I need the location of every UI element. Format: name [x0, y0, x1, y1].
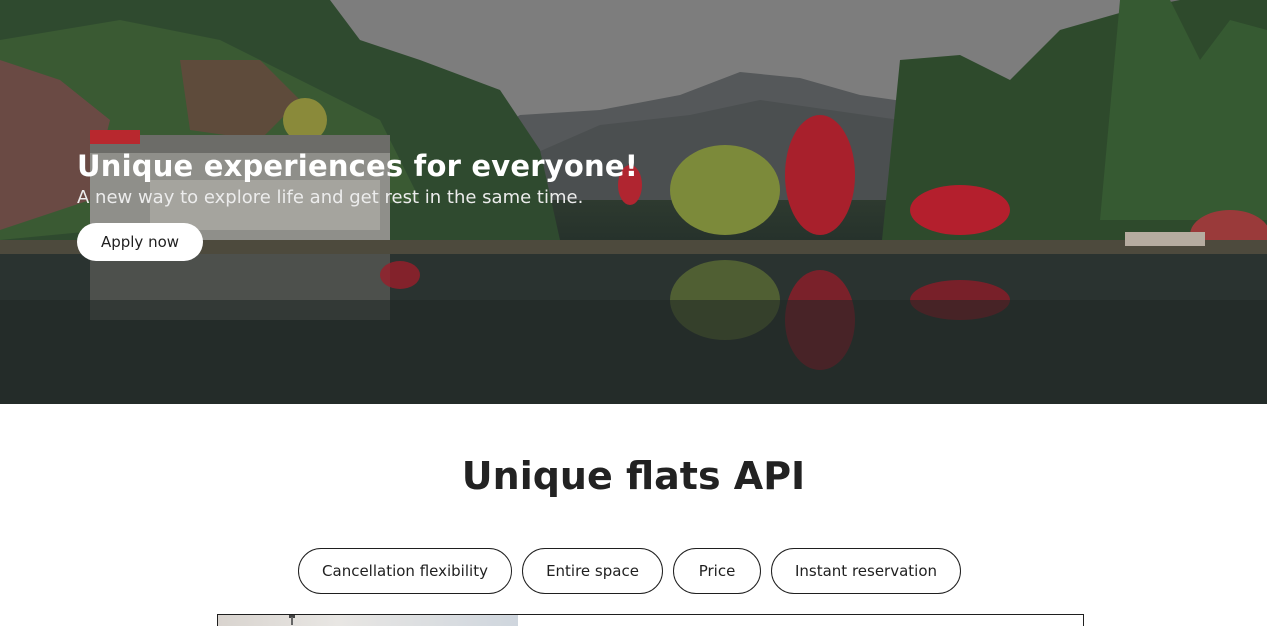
lamp-cord-shape [291, 617, 293, 625]
hero-subtitle: A new way to explore life and get rest i… [77, 187, 584, 208]
listing-photo [218, 615, 518, 626]
filter-instant-reservation-button[interactable]: Instant reservation [771, 548, 961, 594]
listing-card[interactable] [217, 614, 1084, 626]
filter-price-button[interactable]: Price [673, 548, 761, 594]
filter-cancellation-flexibility-button[interactable]: Cancellation flexibility [298, 548, 512, 594]
hero-text-block: Unique experiences for everyone! A new w… [77, 146, 638, 211]
section-title: Unique flats API [461, 454, 806, 498]
apply-now-button[interactable]: Apply now [77, 223, 203, 261]
hero-title: Unique experiences for everyone! [77, 149, 639, 183]
filter-entire-space-button[interactable]: Entire space [522, 548, 663, 594]
hero-banner: Unique experiences for everyone! A new w… [0, 0, 1267, 404]
